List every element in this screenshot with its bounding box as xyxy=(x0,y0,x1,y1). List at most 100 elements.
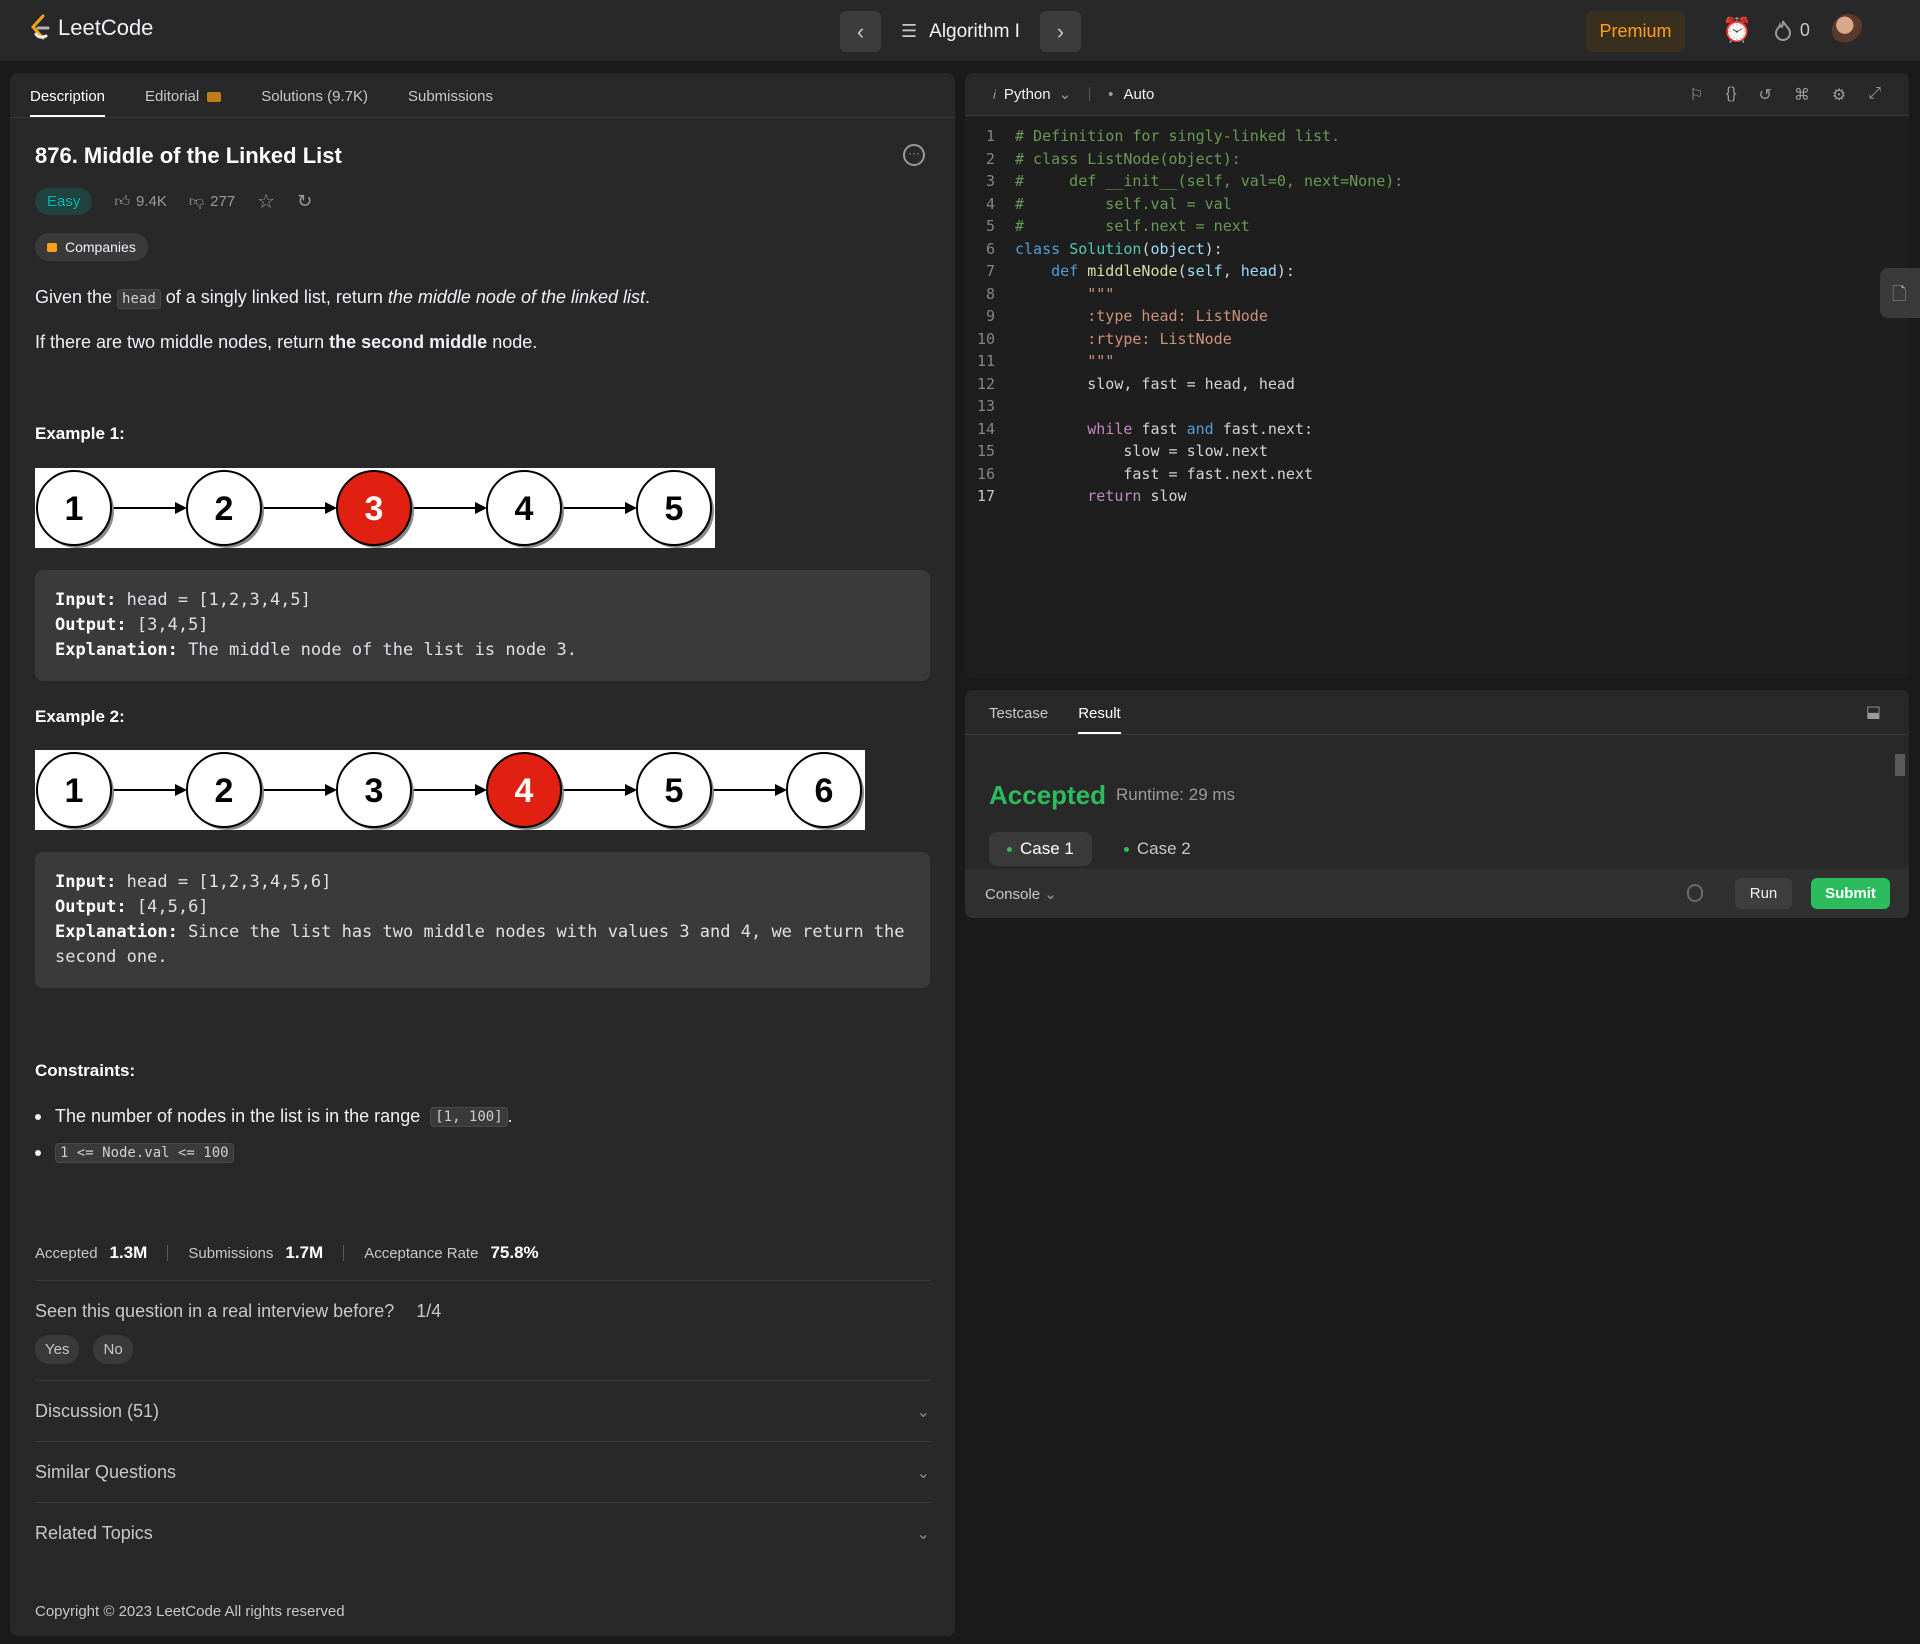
alarm-clock-icon[interactable]: ⏰ xyxy=(1722,16,1752,45)
thumbs-down-icon: 👎︎ xyxy=(188,192,205,210)
star-icon[interactable]: ☆ xyxy=(257,189,275,214)
accordion-similar-questions[interactable]: Similar Questions ⌄ xyxy=(35,1462,930,1483)
list-item: 1 <= Node.val <= 100 xyxy=(35,1143,513,1163)
line-number: 14 xyxy=(976,419,995,438)
command-icon[interactable]: ⌘ xyxy=(1794,85,1810,105)
line-number: 3 xyxy=(985,172,995,190)
streak-counter[interactable]: 0 xyxy=(1774,19,1810,41)
result-panel: Testcase Result ⬓ Accepted Runtime: 29 m… xyxy=(965,690,1909,918)
more-options-icon[interactable]: ··· xyxy=(903,144,925,166)
code-token: ): xyxy=(1204,239,1223,258)
companies-tag[interactable]: Companies xyxy=(35,233,148,261)
interview-answers: Yes No xyxy=(35,1335,133,1364)
chevron-down-icon: ⌄ xyxy=(1058,86,1072,103)
reset-icon[interactable]: ↺ xyxy=(1758,85,1771,105)
yes-button[interactable]: Yes xyxy=(35,1335,80,1364)
language-select[interactable]: i Python ⌄ xyxy=(993,85,1072,104)
acceptance-rate: 75.8% xyxy=(490,1243,539,1262)
no-button[interactable]: No xyxy=(93,1335,133,1364)
result-runtime: Runtime: 29 ms xyxy=(1116,785,1236,804)
like-count: 9.4K xyxy=(136,193,167,210)
leetcode-logo[interactable]: LeetCode xyxy=(28,14,153,42)
stat-label: Submissions xyxy=(188,1244,274,1262)
user-avatar[interactable] xyxy=(1831,14,1864,46)
tab-submissions[interactable]: Submissions xyxy=(408,88,493,117)
bold-text: the second middle xyxy=(329,332,488,352)
scrollbar[interactable] xyxy=(1895,740,1905,865)
line-number: 6 xyxy=(985,239,995,258)
arrow-head xyxy=(175,784,187,796)
tab-result[interactable]: Result xyxy=(1078,705,1121,734)
divider xyxy=(343,1245,345,1261)
example-1-box: Input: head = [1,2,3,4,5] Output: [3,4,5… xyxy=(35,570,930,681)
line-number: 12 xyxy=(976,374,995,393)
divider xyxy=(35,1441,930,1442)
code-editor-panel: i Python ⌄ • Auto ⚐ {} ↺ ⌘ ⚙ ⤢ 1 # Defini… xyxy=(965,73,1909,678)
code-area[interactable]: 1 # Definition for singly-linked list. 2 # … xyxy=(965,125,1403,508)
panel-layout-icon[interactable]: ⬓ xyxy=(1866,702,1881,722)
accordion-related-topics[interactable]: Related Topics ⌄ xyxy=(35,1523,930,1544)
accordion-discussion[interactable]: Discussion (51) ⌄ xyxy=(35,1401,930,1422)
code-token: class xyxy=(1015,239,1070,258)
submit-button[interactable]: Submit xyxy=(1811,878,1890,909)
code-token: ): xyxy=(1276,262,1295,280)
dislike-button[interactable]: 👎︎ 277 xyxy=(189,193,235,211)
autocomplete-toggle[interactable]: • Auto xyxy=(1108,86,1154,103)
scrollbar-thumb[interactable] xyxy=(1895,754,1905,776)
tab-testcase[interactable]: Testcase xyxy=(989,705,1048,734)
debug-icon[interactable] xyxy=(1687,884,1703,902)
case-2-tab[interactable]: Case 2 xyxy=(1106,832,1209,866)
tab-solutions[interactable]: Solutions (9.7K) xyxy=(261,88,368,117)
line-number: 2 xyxy=(985,149,995,168)
run-button[interactable]: Run xyxy=(1735,878,1792,909)
tab-editorial[interactable]: Editorial xyxy=(145,88,222,117)
code-token: self xyxy=(1186,262,1223,280)
example-explanation: The middle node of the list is node 3. xyxy=(177,640,577,660)
code-text: def middleNode(self, head): xyxy=(1015,260,1295,283)
node-label: 2 xyxy=(215,490,234,528)
case-label: Case 1 xyxy=(1020,839,1074,858)
code-token: , xyxy=(1222,262,1241,280)
code-text: # Definition for singly-linked list. xyxy=(1015,125,1340,148)
next-problem-button[interactable]: › xyxy=(1039,11,1081,52)
prev-problem-button[interactable]: ‹ xyxy=(840,11,881,52)
bookmark-icon[interactable]: ⚐ xyxy=(1689,85,1703,105)
tab-description[interactable]: Description xyxy=(30,88,106,117)
linked-list-svg: 1 2 3 4 5 6 xyxy=(36,752,864,830)
chevron-down-icon: ⌄ xyxy=(916,1525,930,1543)
code-text: # class ListNode(object): xyxy=(1015,148,1241,171)
result-tabs: Testcase Result xyxy=(965,690,1909,735)
code-token: # def __init__(self, val=0, next=None): xyxy=(1015,172,1404,190)
code-token: # self.next = next xyxy=(1015,217,1250,235)
code-line: 10 :rtype: ListNode xyxy=(965,328,1403,351)
gear-icon[interactable]: ⚙ xyxy=(1832,85,1846,105)
pass-dot-icon xyxy=(1007,846,1012,852)
code-text: slow, fast = head, head xyxy=(1015,373,1295,396)
arrow-head xyxy=(625,784,637,796)
notes-tab[interactable]: 🗋︎ xyxy=(1880,268,1920,318)
share-icon[interactable]: ↻ xyxy=(297,191,312,212)
tab-label: Submissions xyxy=(407,88,494,105)
problem-list-button[interactable]: ☰ Algorithm I xyxy=(897,21,1024,43)
code-token: # self.val = val xyxy=(1015,194,1232,213)
premium-button[interactable]: Premium xyxy=(1586,11,1685,52)
line-number: 5 xyxy=(985,217,995,235)
example-2-box: Input: head = [1,2,3,4,5,6] Output: [4,5… xyxy=(35,852,930,988)
case-1-tab[interactable]: Case 1 xyxy=(989,832,1092,866)
problem-meta: Easy 👍︎ 9.4K 👎︎ 277 ☆ ↻ xyxy=(35,188,312,215)
line-number: 10 xyxy=(976,329,995,348)
code-token: """ xyxy=(1087,352,1115,370)
expand-icon[interactable]: ⤢ xyxy=(1868,85,1881,105)
mode-label: Auto xyxy=(1123,85,1155,103)
console-label: Console xyxy=(985,885,1041,903)
braces-icon[interactable]: {} xyxy=(1726,85,1737,105)
problem-title[interactable]: 876. Middle of the Linked List xyxy=(35,143,342,169)
console-toggle[interactable]: Console ⌄ xyxy=(985,885,1057,903)
arrow-head xyxy=(175,502,187,514)
like-button[interactable]: 👍︎ 9.4K xyxy=(114,193,167,211)
line-number: 7 xyxy=(985,262,995,280)
divider xyxy=(35,1280,930,1281)
